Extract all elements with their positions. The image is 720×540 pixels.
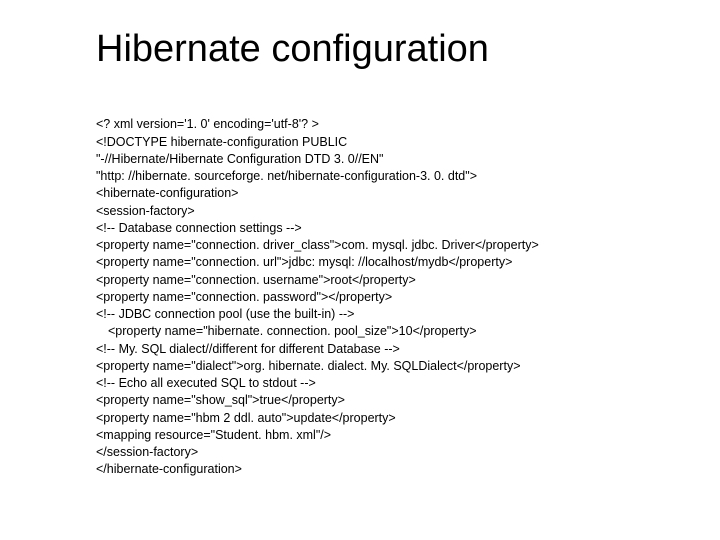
code-line: <property name="connection. driver_class… bbox=[96, 238, 539, 252]
code-line: </hibernate-configuration> bbox=[96, 462, 242, 476]
code-line: <property name="connection. url">jdbc: m… bbox=[96, 255, 512, 269]
code-line: <property name="dialect">org. hibernate.… bbox=[96, 359, 521, 373]
code-block: <? xml version='1. 0' encoding='utf-8'? … bbox=[96, 99, 670, 496]
code-line: <hibernate-configuration> bbox=[96, 186, 238, 200]
code-line: <property name="connection. password"></… bbox=[96, 290, 392, 304]
code-line: <!-- Echo all executed SQL to stdout --> bbox=[96, 376, 316, 390]
code-line: <!DOCTYPE hibernate-configuration PUBLIC bbox=[96, 135, 347, 149]
code-line: <session-factory> bbox=[96, 204, 195, 218]
code-line: <property name="connection. username">ro… bbox=[96, 273, 416, 287]
slide-title: Hibernate configuration bbox=[96, 28, 670, 71]
code-line: <property name="hibernate. connection. p… bbox=[96, 323, 477, 340]
code-line: <mapping resource="Student. hbm. xml"/> bbox=[96, 428, 331, 442]
slide: Hibernate configuration <? xml version='… bbox=[0, 0, 720, 540]
code-line: "-//Hibernate/Hibernate Configuration DT… bbox=[96, 152, 383, 166]
code-line: <!-- My. SQL dialect//different for diff… bbox=[96, 342, 400, 356]
code-line: "http: //hibernate. sourceforge. net/hib… bbox=[96, 169, 477, 183]
code-line: <? xml version='1. 0' encoding='utf-8'? … bbox=[96, 117, 319, 131]
code-line: <property name="show_sql">true</property… bbox=[96, 393, 345, 407]
code-line: <!-- Database connection settings --> bbox=[96, 221, 302, 235]
code-line: <property name="hbm 2 ddl. auto">update<… bbox=[96, 411, 396, 425]
code-line: <!-- JDBC connection pool (use the built… bbox=[96, 307, 354, 321]
code-line: </session-factory> bbox=[96, 445, 198, 459]
